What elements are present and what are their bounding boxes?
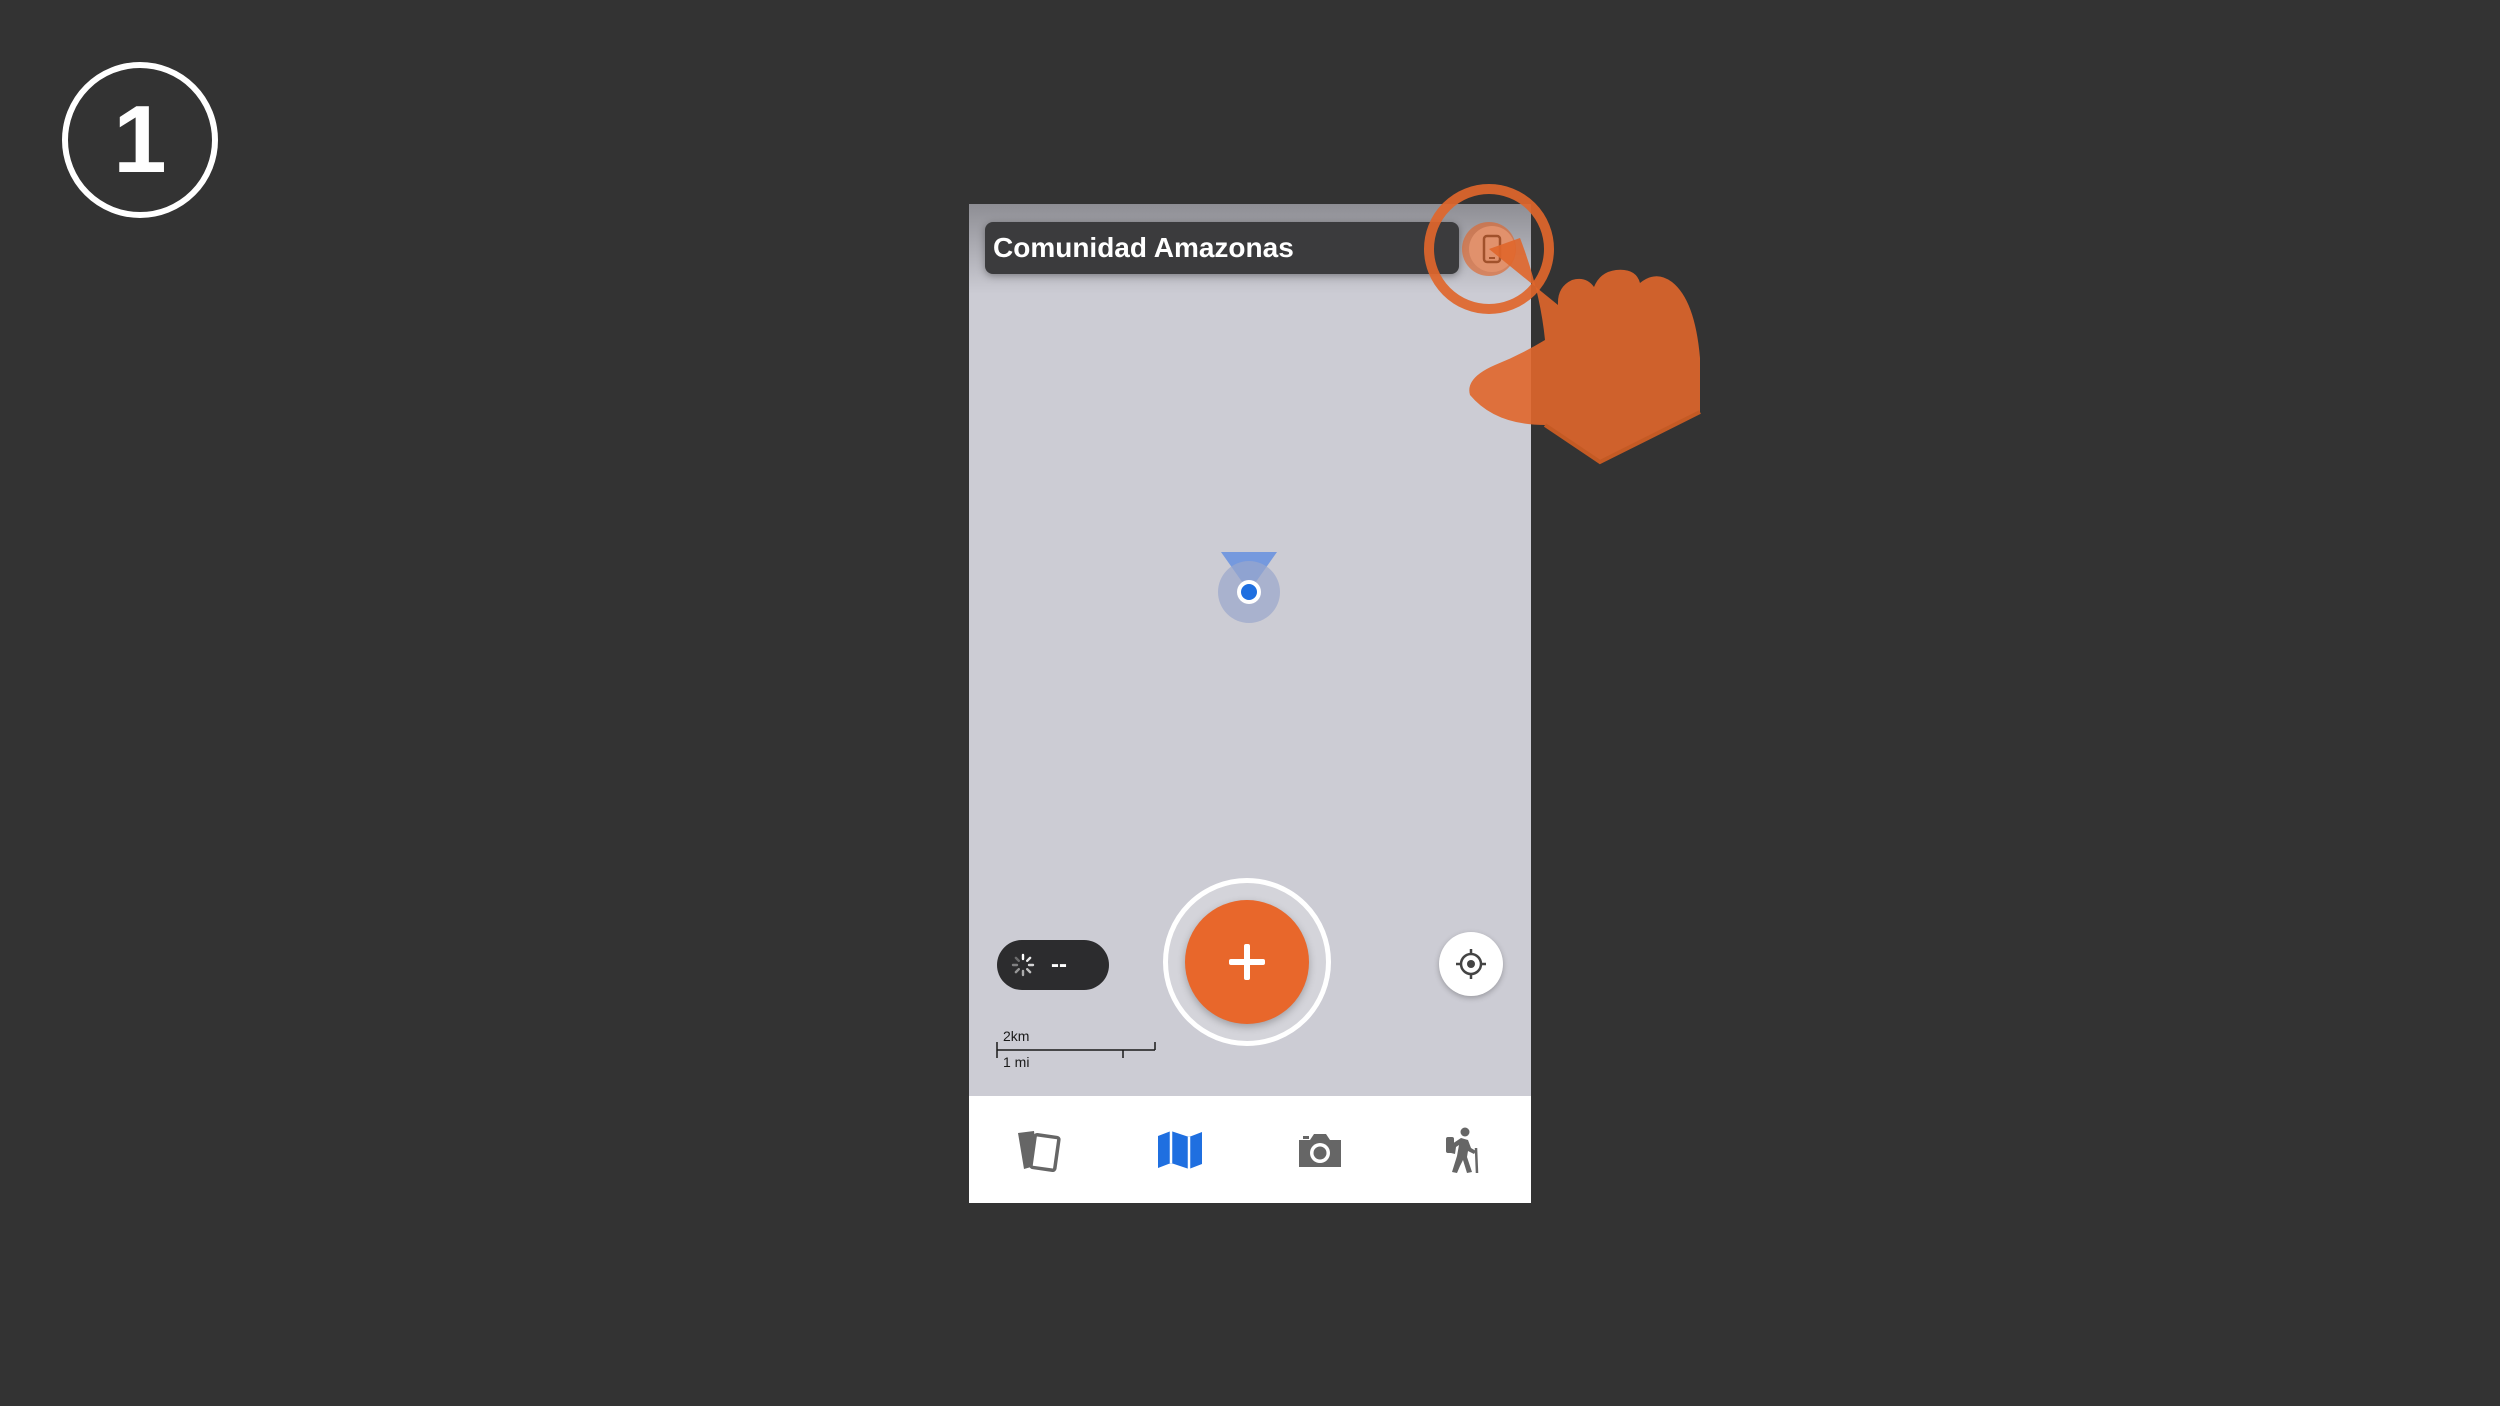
tab-camera[interactable]	[1280, 1110, 1360, 1190]
center-location-button[interactable]	[1439, 932, 1503, 996]
tab-map[interactable]	[1140, 1110, 1220, 1190]
scale-imperial-label: 1 mi	[1003, 1054, 1030, 1070]
plus-icon	[1229, 944, 1265, 980]
project-title-bar[interactable]: Comunidad Amazonas	[985, 222, 1459, 274]
step-number-badge: 1	[62, 62, 218, 218]
crosshair-icon	[1456, 949, 1486, 979]
spinner-icon	[1011, 953, 1035, 977]
map-view[interactable]: Comunidad Amazonas -- 2km 1 mi	[969, 204, 1531, 1096]
scale-metric-label: 2km	[1003, 1028, 1030, 1044]
gps-accuracy-text: --	[1051, 951, 1067, 978]
gps-status-pill[interactable]: --	[997, 940, 1109, 990]
phone-screen: Comunidad Amazonas -- 2km 1 mi	[969, 204, 1531, 1203]
step-number: 1	[113, 86, 167, 193]
phone-icon	[1482, 234, 1502, 264]
tab-cards[interactable]	[999, 1110, 1079, 1190]
camera-icon	[1299, 1133, 1342, 1167]
tab-tracks[interactable]	[1421, 1110, 1501, 1190]
user-location-marker	[1218, 552, 1280, 623]
project-title: Comunidad Amazonas	[993, 232, 1294, 263]
map-scale-bar: 2km 1 mi	[995, 1028, 1165, 1074]
hiker-icon	[1445, 1127, 1478, 1173]
add-observation-button[interactable]	[1185, 900, 1309, 1024]
add-observation-ring	[1163, 878, 1331, 1046]
stage: 1 Comunidad Amazonas -- 2km 1 mi	[0, 0, 2500, 1406]
device-button[interactable]	[1469, 226, 1515, 272]
bottom-tab-bar	[969, 1096, 1531, 1203]
map-icon	[1157, 1130, 1202, 1169]
cards-icon	[1018, 1130, 1061, 1172]
